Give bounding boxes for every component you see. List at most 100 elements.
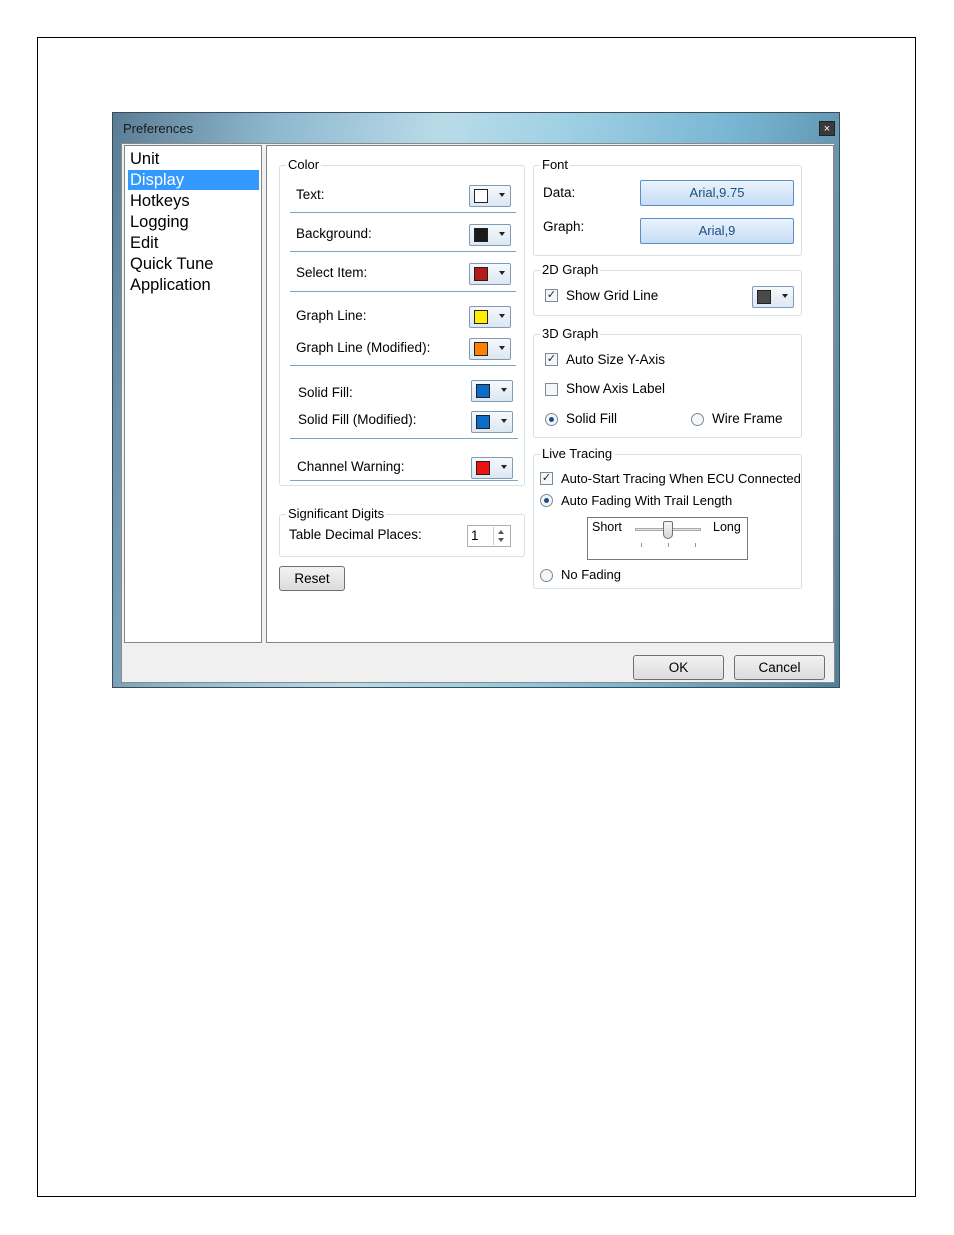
display-settings-panel: Color Text: Background: Select Item: Gra… xyxy=(266,145,834,643)
select-item-color-swatch xyxy=(474,267,488,281)
nav-item-unit[interactable]: Unit xyxy=(128,149,259,169)
stepper-buttons[interactable] xyxy=(493,527,509,545)
graph-2d-title: 2D Graph xyxy=(540,262,601,277)
text-color-picker[interactable] xyxy=(469,185,511,207)
chevron-down-icon xyxy=(501,419,507,423)
slider-tick xyxy=(668,543,669,547)
cancel-button[interactable]: Cancel xyxy=(734,655,825,680)
nav-item-logging[interactable]: Logging xyxy=(128,212,259,232)
separator xyxy=(290,365,516,366)
graph-line-modified-color-picker[interactable] xyxy=(469,338,511,360)
color-group: Color Text: Background: Select Item: Gra… xyxy=(279,157,525,486)
text-color-label: Text: xyxy=(296,187,325,202)
close-icon: × xyxy=(823,123,831,135)
dialog-client-area: Unit Display Hotkeys Logging Edit Quick … xyxy=(121,143,835,683)
graph-line-modified-color-swatch xyxy=(474,342,488,356)
decimal-places-stepper[interactable]: 1 xyxy=(467,525,511,547)
chevron-down-icon xyxy=(499,232,505,236)
ok-button[interactable]: OK xyxy=(633,655,724,680)
significant-digits-group: Significant Digits Table Decimal Places:… xyxy=(279,506,525,557)
dialog-button-bar: OK Cancel xyxy=(122,644,834,682)
reset-button[interactable]: Reset xyxy=(279,566,345,591)
live-tracing-group: Live Tracing ✓ Auto-Start Tracing When E… xyxy=(533,446,802,589)
close-button[interactable]: × xyxy=(819,121,835,136)
show-axis-label-text: Show Axis Label xyxy=(566,381,666,396)
font-graph-label: Graph: xyxy=(543,219,585,234)
solid-fill-radio-label: Solid Fill xyxy=(566,411,618,426)
background-color-label: Background: xyxy=(296,226,372,241)
graph-2d-group: 2D Graph ✓ Show Grid Line xyxy=(533,262,802,316)
slider-long-label: Long xyxy=(713,520,741,534)
nav-item-application[interactable]: Application xyxy=(128,275,259,295)
decimal-places-value: 1 xyxy=(471,528,479,543)
chevron-down-icon xyxy=(501,388,507,392)
auto-fading-label: Auto Fading With Trail Length xyxy=(561,493,733,508)
channel-warning-color-swatch xyxy=(476,461,490,475)
graph-3d-title: 3D Graph xyxy=(540,326,601,341)
background-color-swatch xyxy=(474,228,488,242)
table-decimal-places-label: Table Decimal Places: xyxy=(289,527,422,542)
solid-fill-radio[interactable] xyxy=(545,413,558,426)
window-title: Preferences xyxy=(123,121,194,136)
show-axis-label-checkbox[interactable] xyxy=(545,383,558,396)
trail-length-box: Short Long xyxy=(587,517,748,560)
separator xyxy=(290,291,516,292)
arrow-up-icon[interactable] xyxy=(498,530,504,534)
channel-warning-color-label: Channel Warning: xyxy=(297,459,405,474)
wire-frame-radio[interactable] xyxy=(691,413,704,426)
check-icon: ✓ xyxy=(546,289,557,301)
chevron-down-icon xyxy=(499,193,505,197)
trail-length-slider-thumb[interactable] xyxy=(663,521,673,539)
font-group-title: Font xyxy=(540,157,571,172)
check-icon: ✓ xyxy=(546,353,557,365)
show-grid-line-checkbox[interactable]: ✓ xyxy=(545,289,558,302)
chevron-down-icon xyxy=(499,346,505,350)
title-bar[interactable]: Preferences × xyxy=(113,113,839,143)
arrow-down-icon[interactable] xyxy=(498,538,504,542)
slider-short-label: Short xyxy=(592,520,622,534)
slider-tick xyxy=(695,543,696,547)
auto-fading-radio[interactable] xyxy=(540,494,553,507)
solid-fill-color-swatch xyxy=(476,384,490,398)
solid-fill-modified-color-label: Solid Fill (Modified): xyxy=(298,412,417,427)
auto-size-y-axis-checkbox[interactable]: ✓ xyxy=(545,353,558,366)
no-fading-label: No Fading xyxy=(561,567,621,582)
auto-start-tracing-label: Auto-Start Tracing When ECU Connected xyxy=(561,471,801,486)
graph-line-modified-color-label: Graph Line (Modified): xyxy=(296,340,431,355)
separator xyxy=(290,251,516,252)
check-icon: ✓ xyxy=(541,472,552,484)
graph-line-color-picker[interactable] xyxy=(469,306,511,328)
show-grid-line-label: Show Grid Line xyxy=(566,288,659,303)
preferences-window: Preferences × Unit Display Hotkeys Loggi… xyxy=(112,112,840,688)
separator xyxy=(290,480,518,481)
chevron-down-icon xyxy=(501,465,507,469)
channel-warning-color-picker[interactable] xyxy=(471,457,513,479)
nav-item-hotkeys[interactable]: Hotkeys xyxy=(128,191,259,211)
chevron-down-icon xyxy=(499,271,505,275)
auto-size-y-axis-label: Auto Size Y-Axis xyxy=(566,352,666,367)
nav-item-edit[interactable]: Edit xyxy=(128,233,259,253)
select-item-color-label: Select Item: xyxy=(296,265,368,280)
grid-color-picker[interactable] xyxy=(752,286,794,308)
separator xyxy=(290,438,518,439)
chevron-down-icon xyxy=(782,294,788,298)
graph-3d-group: 3D Graph ✓ Auto Size Y-Axis Show Axis La… xyxy=(533,326,802,438)
data-font-button[interactable]: Arial,9.75 xyxy=(640,180,794,206)
graph-font-button[interactable]: Arial,9 xyxy=(640,218,794,244)
graph-line-color-swatch xyxy=(474,310,488,324)
chevron-down-icon xyxy=(499,314,505,318)
auto-start-tracing-checkbox[interactable]: ✓ xyxy=(540,472,553,485)
live-tracing-title: Live Tracing xyxy=(540,446,615,461)
solid-fill-color-picker[interactable] xyxy=(471,380,513,402)
solid-fill-modified-color-picker[interactable] xyxy=(471,411,513,433)
nav-item-quick-tune[interactable]: Quick Tune xyxy=(128,254,259,274)
grid-color-swatch xyxy=(757,290,771,304)
background-color-picker[interactable] xyxy=(469,224,511,246)
font-group: Font Data: Arial,9.75 Graph: Arial,9 xyxy=(533,157,802,256)
category-list[interactable]: Unit Display Hotkeys Logging Edit Quick … xyxy=(124,145,262,643)
graph-line-color-label: Graph Line: xyxy=(296,308,367,323)
no-fading-radio[interactable] xyxy=(540,569,553,582)
solid-fill-modified-color-swatch xyxy=(476,415,490,429)
nav-item-display[interactable]: Display xyxy=(128,170,259,190)
select-item-color-picker[interactable] xyxy=(469,263,511,285)
